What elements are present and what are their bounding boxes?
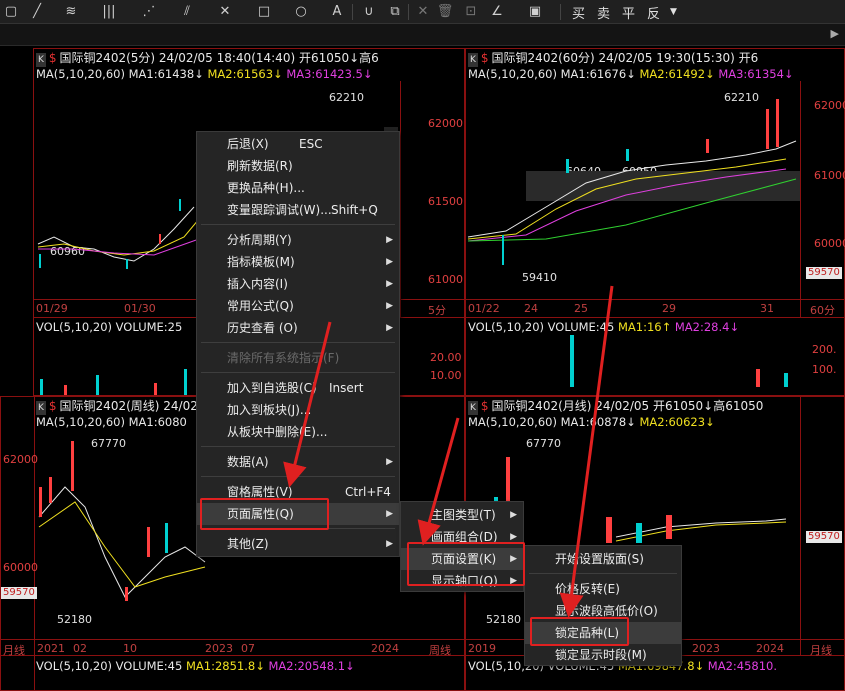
arrow-to-page-properties bbox=[283, 321, 332, 488]
arrow-to-page-settings bbox=[417, 417, 460, 546]
arrow-to-lock-symbol bbox=[559, 285, 614, 618]
annotation-arrows bbox=[283, 285, 614, 618]
